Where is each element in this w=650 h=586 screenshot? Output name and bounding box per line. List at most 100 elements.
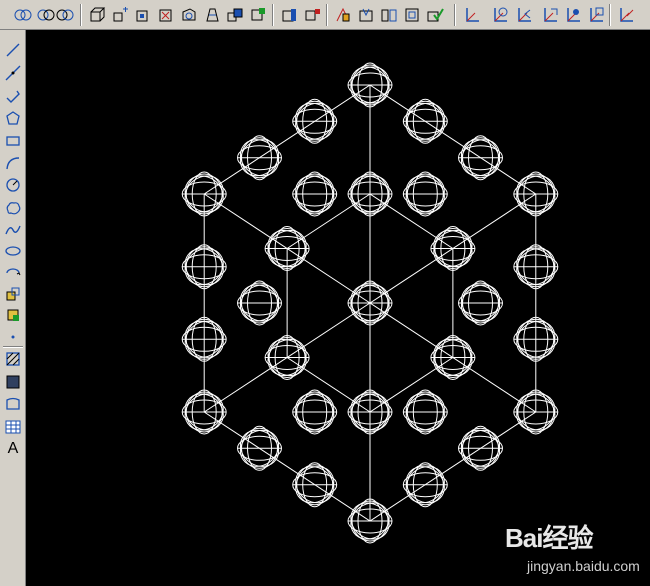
construction-line-icon [5,65,21,80]
region-tool-button[interactable] [2,393,24,414]
imprint-icon [336,7,350,22]
point-tool-button[interactable] [2,326,24,347]
copy-faces-button[interactable] [225,5,245,25]
wireframe-sphere [237,425,282,471]
polygon-tool-button[interactable] [2,107,24,128]
rectangle-tool-button[interactable] [2,130,24,151]
wireframe-sphere [402,462,448,508]
multiline-text-icon: A [7,439,19,457]
ucs-origin-button[interactable] [616,5,636,25]
wireframe-sphere [458,425,503,471]
wireframe-sphere [513,171,559,217]
hatch-icon [6,351,20,366]
circle-tool-button[interactable] [2,174,24,195]
copy-edges-icon [282,9,296,22]
subtract-button[interactable] [36,5,56,25]
delete-faces-button[interactable] [156,5,176,25]
spline-tool-button[interactable] [2,219,24,240]
color-edges-button[interactable] [302,5,322,25]
wireframe-sphere [181,389,227,435]
wireframe-sphere [292,98,338,144]
watermark-url: jingyan.baidu.com [527,558,640,574]
union-icon [14,9,32,21]
ucs-view-button[interactable] [586,5,606,25]
copy-edges-button[interactable] [279,5,299,25]
drawing-canvas[interactable] [26,30,650,586]
color-faces-button[interactable] [248,5,268,25]
offset-faces-button[interactable] [133,5,153,25]
clean-button[interactable] [356,5,376,25]
move-faces-button[interactable] [110,5,130,25]
offset-faces-icon [136,10,148,22]
revision-cloud-tool-button[interactable] [2,197,24,218]
toolbar-separator [272,4,274,26]
polyline-tool-button[interactable] [2,85,24,106]
ucs-world-icon [494,7,508,22]
wireframe-sphere [237,280,282,326]
spline-icon [5,225,21,234]
toolbar-separator [609,4,611,26]
clean-icon [359,8,373,22]
wireframe-sphere [264,226,310,271]
wireframe-sphere [181,316,227,362]
check-button[interactable] [425,5,445,25]
arc-tool-button[interactable] [2,152,24,173]
shell-button[interactable] [402,5,422,25]
wireframe-sphere [237,135,282,181]
wireframe-sphere [347,62,393,108]
ellipse-tool-button[interactable] [2,240,24,261]
delete-faces-icon [159,9,172,22]
multiline-text-tool-button[interactable]: A [2,438,24,459]
separate-button[interactable] [379,5,399,25]
draw-toolbar: A [0,30,26,586]
wireframe-sphere [430,226,476,271]
wireframe-sphere [458,280,503,326]
taper-faces-button[interactable] [202,5,222,25]
wireframe-sphere [292,462,338,508]
wireframe-sphere [292,171,338,217]
rotate-faces-icon [182,8,196,21]
ellipse-arc-icon [6,267,21,275]
watermark-brand: Bai经验 [505,523,593,553]
shell-icon [405,8,419,22]
copy-faces-icon [227,8,243,22]
ucs-object-button[interactable] [563,5,583,25]
intersect-button[interactable] [55,5,75,25]
check-icon [427,8,444,22]
point-icon [11,335,15,338]
ucs-origin-icon [620,8,634,22]
ellipse-arc-tool-button[interactable] [2,261,24,282]
table-tool-button[interactable] [2,416,24,437]
extrude-faces-button[interactable] [87,5,107,25]
gradient-icon [6,375,20,388]
rectangle-icon [6,135,20,146]
wireframe-sphere [402,98,448,144]
ucs-face-icon [544,8,558,22]
wireframe-sphere [181,171,227,217]
toolbar-separator [80,4,82,26]
gradient-tool-button[interactable] [2,371,24,392]
ucs-face-button[interactable] [540,5,560,25]
wireframe-sphere [513,244,559,290]
make-block-tool-button[interactable] [2,304,24,325]
hexagonal-lattice-drawing [181,62,559,544]
region-icon [6,397,20,410]
color-faces-icon [251,8,265,21]
wireframe-sphere [430,335,476,380]
ucs-button[interactable] [462,5,482,25]
rotate-faces-button[interactable] [179,5,199,25]
polyline-icon [6,90,20,103]
wireframe-sphere [458,135,503,181]
imprint-button[interactable] [333,5,353,25]
polygon-icon [6,110,20,125]
ucs-world-button[interactable] [490,5,510,25]
wireframe-sphere [264,335,310,380]
hatch-tool-button[interactable] [2,348,24,369]
ucs-view-icon [590,7,604,22]
toolbar-separator [326,4,328,26]
union-button[interactable] [13,5,33,25]
construction-line-tool-button[interactable] [2,62,24,83]
insert-block-tool-button[interactable] [2,283,24,304]
line-tool-button[interactable] [2,39,24,60]
ucs-previous-button[interactable] [514,5,534,25]
